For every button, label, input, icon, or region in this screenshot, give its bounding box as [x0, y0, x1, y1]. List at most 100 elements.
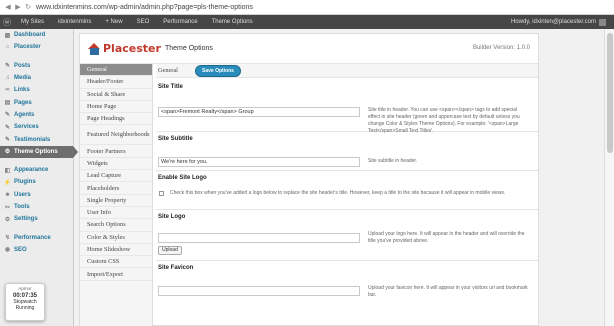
tab-widgets[interactable]: Widgets — [80, 158, 152, 171]
admin-bar-my-sites[interactable]: My Sites — [14, 19, 51, 25]
plugin-icon: ⚡ — [3, 179, 12, 186]
tab-header-footer[interactable]: Header/Footer — [80, 76, 152, 89]
media-icon: ♫ — [5, 75, 10, 82]
settings-icon: ⚙ — [4, 149, 11, 156]
sidebar-item-performance[interactable]: ↯ Performance — [0, 231, 73, 243]
sidebar-item-placester[interactable]: ⌂ Placester — [0, 41, 73, 53]
pin-icon: ✎ — [4, 124, 11, 131]
tab-home-page[interactable]: Home Page — [80, 101, 152, 114]
tools-icon: ✂ — [4, 204, 11, 211]
pin-icon: ✎ — [4, 112, 11, 119]
sidebar-item-appearance[interactable]: ◧ Appearance — [0, 164, 73, 176]
sidebar-item-services[interactable]: ✎ Services — [0, 121, 73, 133]
builder-version: Builder Version: 1.0.0 — [472, 45, 530, 51]
enable-logo-section: Enable Site Logo Check this box when you… — [156, 171, 538, 210]
sidebar-item-dashboard[interactable]: ▦ Dashboard — [0, 29, 73, 41]
admin-bar-new[interactable]: + New — [98, 19, 129, 25]
tab-general[interactable]: General — [80, 64, 152, 77]
panel-header: Placester Theme Options Builder Version:… — [80, 34, 538, 64]
site-logo-input[interactable] — [158, 233, 360, 243]
site-logo-label: Site Logo — [158, 214, 186, 220]
site-subtitle-help: Site subtitle in header. — [368, 158, 418, 164]
sidebar-item-testimonials[interactable]: ✎ Testimonials — [0, 133, 73, 145]
performance-icon: ↯ — [4, 235, 11, 242]
admin-bar-seo[interactable]: SEO — [130, 19, 157, 25]
admin-bar-performance[interactable]: Performance — [156, 19, 204, 25]
theme-options-panel: Placester Theme Options Builder Version:… — [79, 33, 539, 326]
sidebar-item-pages[interactable]: ▤ Pages — [0, 96, 73, 108]
site-logo-upload-button[interactable]: Upload — [158, 246, 182, 255]
tab-import-export[interactable]: Import/Export — [80, 268, 152, 281]
tab-footer-partners[interactable]: Footer Partners — [80, 145, 152, 158]
page-scrollbar[interactable] — [604, 29, 614, 326]
sidebar-item-plugins[interactable]: ⚡ Plugins — [0, 176, 73, 188]
wordpress-logo-icon[interactable]: ⓦ — [0, 15, 14, 29]
tab-custom-css[interactable]: Custom CSS — [80, 256, 152, 269]
placester-icon: ⌂ — [5, 44, 10, 51]
scrollbar-thumb[interactable] — [607, 33, 613, 153]
site-subtitle-section: Site Subtitle We're here for you. Site s… — [156, 132, 538, 171]
tab-featured-neighborhoods[interactable]: Featured Neighborhoods — [80, 125, 152, 146]
placester-logo: Placester — [88, 42, 161, 55]
site-subtitle-input[interactable]: We're here for you. — [158, 157, 360, 167]
site-title-section: Site Title <span>Fremont Realty</span> G… — [156, 78, 538, 134]
sidebar-item-tools[interactable]: ✂ Tools — [0, 201, 73, 213]
dashboard-icon: ▦ — [4, 32, 11, 39]
save-options-button[interactable]: Save Options — [195, 64, 241, 77]
forward-icon[interactable]: ▶ — [14, 3, 22, 11]
users-icon: ☻ — [4, 191, 11, 198]
site-logo-help: Upload your logo here. It will appear in… — [368, 231, 525, 244]
tab-color-styles[interactable]: Color & Styles — [80, 232, 152, 244]
tab-home-slideshow[interactable]: Home Slideshow — [80, 244, 152, 257]
stopwatch-widget[interactable]: Apmor 00:07:35 Stopwatch Running — [5, 283, 45, 321]
current-tab-title: General — [158, 67, 178, 74]
tab-page-headings[interactable]: Page Headings — [80, 113, 152, 126]
site-favicon-label: Site Favicon — [158, 265, 194, 271]
tab-search-options[interactable]: Search Options — [80, 219, 152, 232]
seo-icon: ◉ — [4, 247, 11, 254]
appearance-icon: ◧ — [4, 167, 11, 174]
tab-user-info[interactable]: User Info — [80, 207, 152, 220]
reload-icon[interactable]: ↻ — [24, 3, 32, 11]
options-topbar: General Save Options — [156, 64, 538, 78]
link-icon: ∞ — [5, 87, 10, 94]
site-favicon-input[interactable] — [158, 286, 360, 296]
tab-placeholders[interactable]: Placeholders — [80, 182, 152, 195]
pin-icon: ✎ — [4, 63, 11, 70]
page-icon: ▤ — [4, 100, 11, 107]
admin-sidebar: ▦ Dashboard ⌂ Placester ✎ Posts ♫ Media ∞ Lin… — [0, 29, 78, 326]
options-tab-nav: General Header/Footer Social & Share Hom… — [80, 64, 153, 326]
enable-logo-label: Enable Site Logo — [158, 175, 207, 181]
admin-bar-theme-options[interactable]: Theme Options — [205, 19, 260, 25]
site-title-help: Site title in header. You can use <span>… — [368, 107, 520, 134]
tab-lead-capture[interactable]: Lead Capture — [80, 170, 152, 183]
admin-bar-howdy[interactable]: Howdy, idxinten@placester.com — [511, 19, 596, 25]
sidebar-item-seo[interactable]: ◉ SEO — [0, 244, 73, 256]
site-logo-section: Site Logo Upload Upload your logo here. … — [156, 210, 538, 261]
back-icon[interactable]: ◀ — [4, 3, 12, 11]
avatar[interactable] — [599, 18, 606, 26]
site-subtitle-label: Site Subtitle — [158, 136, 193, 142]
tab-social-share[interactable]: Social & Share — [80, 89, 152, 101]
page-title: Theme Options — [165, 45, 213, 52]
site-title-label: Site Title — [158, 84, 183, 90]
enable-logo-checkbox[interactable] — [159, 191, 164, 196]
sidebar-item-settings[interactable]: ⚙ Settings — [0, 213, 73, 225]
sidebar-item-agents[interactable]: ✎ Agents — [0, 109, 73, 121]
sidebar-item-media[interactable]: ♫ Media — [0, 72, 73, 84]
options-body: General Save Options Site Title <span>Fr… — [156, 64, 538, 326]
sidebar-item-posts[interactable]: ✎ Posts — [0, 60, 73, 72]
sidebar-item-links[interactable]: ∞ Links — [0, 84, 73, 96]
site-favicon-help: Upload your favicon here. It will appear… — [368, 285, 528, 298]
brand-name: Placester — [103, 42, 161, 55]
stopwatch-status: Running — [15, 305, 35, 311]
sidebar-item-theme-options[interactable]: ⚙ Theme Options — [0, 145, 78, 158]
admin-bar: ⓦ My Sites idxintenmins + New SEO Perfor… — [0, 15, 614, 29]
site-title-input[interactable]: <span>Fremont Realty</span> Group — [158, 107, 360, 117]
url-field[interactable]: www.idxintenmins.com/wp-admin/admin.php?… — [36, 4, 253, 11]
tab-single-property[interactable]: Single Property — [80, 195, 152, 207]
sidebar-item-users[interactable]: ☻ Users — [0, 189, 73, 201]
site-favicon-section: Site Favicon Upload your favicon here. I… — [156, 261, 538, 301]
admin-bar-site[interactable]: idxintenmins — [51, 19, 98, 25]
pin-icon: ✎ — [4, 137, 11, 144]
